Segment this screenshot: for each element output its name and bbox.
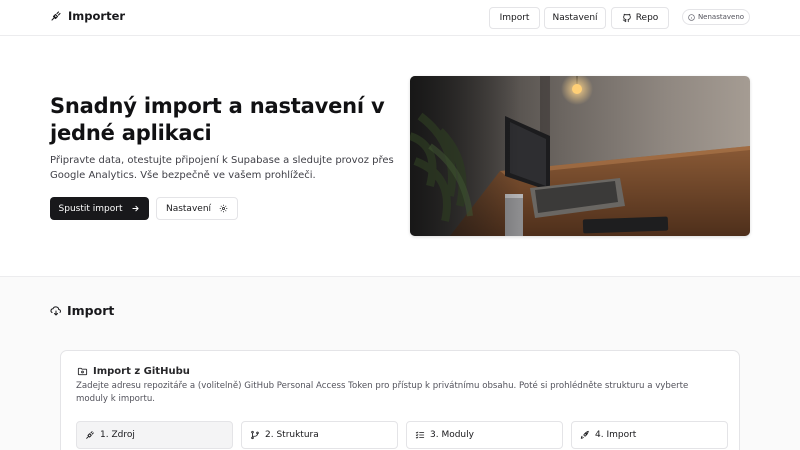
plug-icon [51, 11, 61, 21]
github-import-card: Import z GitHubu Zadejte adresu repozitá… [60, 350, 740, 450]
top-header: Importer Import Nastavení Repo Nenastave… [0, 0, 800, 36]
step-import-label: 4. Import [595, 430, 637, 440]
status-badge: Nenastaveno [682, 9, 750, 25]
step-source-label: 1. Zdroj [100, 430, 135, 440]
nav-repo-button[interactable]: Repo [611, 7, 669, 29]
card-title: Import z GitHubu [77, 366, 190, 377]
github-icon [622, 13, 631, 23]
step-import[interactable]: 4. Import [571, 421, 728, 449]
list-check-icon [415, 431, 425, 439]
import-steps: 1. Zdroj 2. Struktura 3. Moduly 4. Impor… [76, 421, 728, 449]
step-modules[interactable]: 3. Moduly [406, 421, 563, 449]
step-structure-label: 2. Struktura [265, 430, 319, 440]
settings-button[interactable]: Nastavení [156, 197, 238, 220]
plug-icon [86, 431, 94, 439]
settings-label: Nastavení [165, 203, 212, 214]
nav-settings-button[interactable]: Nastavení [544, 7, 606, 29]
hero-image [410, 76, 750, 236]
import-heading: Import [67, 303, 115, 318]
info-circle-icon [688, 13, 695, 21]
start-import-label: Spustit import [58, 203, 123, 214]
card-description: Zadejte adresu repozitáře a (volitelně) … [76, 381, 689, 404]
nav-repo-label: Repo [635, 13, 659, 23]
cloud-download-icon [50, 305, 61, 315]
hero-section: Snadný import a nastavení v jedné aplika… [0, 36, 800, 277]
status-text: Nenastaveno [697, 13, 745, 21]
desk-photo [410, 76, 750, 236]
git-branch-icon [251, 430, 259, 440]
nav-import-label: Import [499, 13, 530, 23]
gear-icon [219, 204, 228, 213]
start-import-button[interactable]: Spustit import [50, 197, 149, 220]
hero-description: Připravte data, otestujte připojení k Su… [50, 155, 394, 181]
rocket-icon [580, 430, 589, 439]
folder-git-icon [77, 367, 88, 376]
hero-title: Snadný import a nastavení v jedné aplika… [50, 94, 385, 145]
step-structure[interactable]: 2. Struktura [241, 421, 398, 449]
card-title-text: Import z GitHubu [93, 366, 190, 377]
import-section-title: Import [50, 303, 114, 318]
step-source[interactable]: 1. Zdroj [76, 421, 233, 449]
arrow-right-icon [132, 205, 140, 212]
nav-import-button[interactable]: Import [489, 7, 540, 29]
nav-settings-label: Nastavení [552, 13, 598, 23]
brand[interactable]: Importer [50, 9, 125, 23]
step-modules-label: 3. Moduly [430, 430, 474, 440]
brand-name: Importer [68, 9, 126, 23]
